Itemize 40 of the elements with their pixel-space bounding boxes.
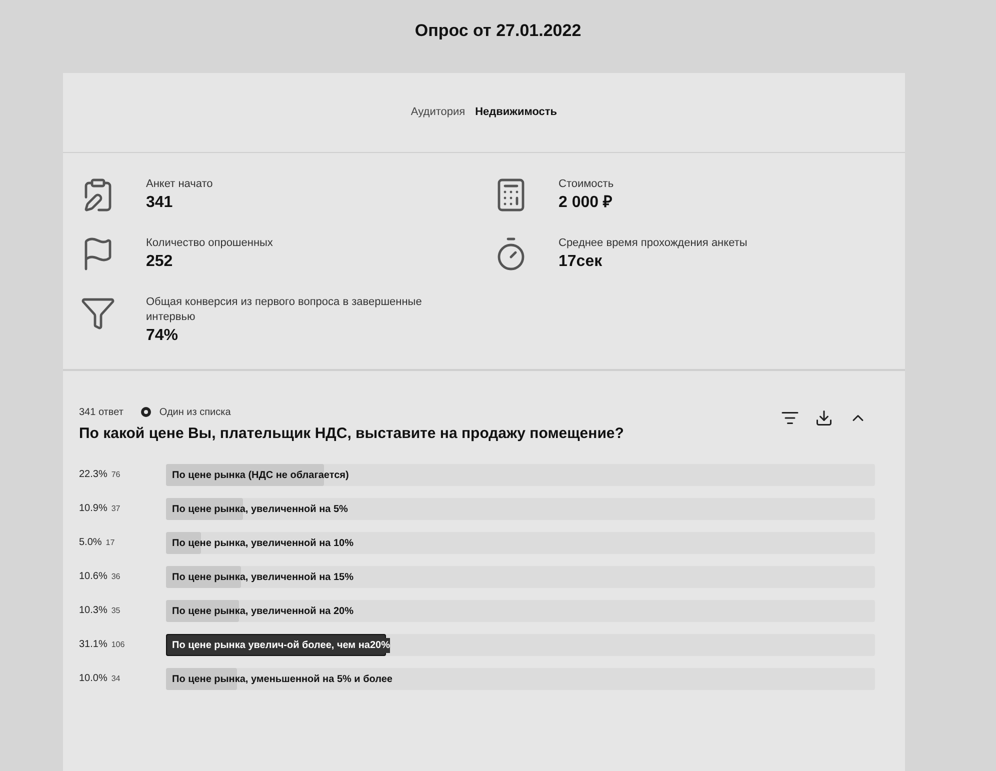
option-percent: 31.1% xyxy=(79,638,108,652)
sort-icon[interactable] xyxy=(781,409,799,427)
option-count: 37 xyxy=(111,503,120,515)
answers-count: 341 ответ xyxy=(79,406,124,420)
stat-value: 74% xyxy=(146,326,180,346)
page-title: Опрос от 27.01.2022 xyxy=(414,20,582,42)
option-label: По цене рынка, увеличенной на 10% xyxy=(172,536,354,550)
download-icon[interactable] xyxy=(815,409,833,427)
option-count: 106 xyxy=(111,639,125,651)
option-count: 36 xyxy=(111,571,120,583)
option-count: 17 xyxy=(106,537,115,549)
option-percent: 10.0% xyxy=(79,672,108,686)
option-label: По цене рынка, увеличенной на 5% xyxy=(172,502,348,516)
option-count: 34 xyxy=(111,673,120,685)
tab[interactable]: Недвижимость xyxy=(475,104,558,121)
question-text: По какой цене Вы, плательщик НДС, выставите на продажу помещение? xyxy=(79,424,625,444)
stat-label: Анкет начато xyxy=(146,177,213,192)
option-percent: 10.9% xyxy=(79,502,108,516)
option-percent: 10.6% xyxy=(79,570,108,584)
stat-label: Среднее время прохождения анкеты xyxy=(558,236,748,251)
radio-icon xyxy=(141,407,152,417)
option-count: 76 xyxy=(111,469,120,481)
tab[interactable]: Аудитория xyxy=(410,104,466,121)
option-label: По цене рынка, увеличенной на 20% xyxy=(172,604,354,618)
stat-value: 252 xyxy=(146,252,174,272)
stat-value: 17сек xyxy=(558,252,604,272)
stat-label: Общая конверсия из первого вопроса в завершенные интервью xyxy=(146,295,423,325)
stat-value: 2 000 ₽ xyxy=(558,193,613,213)
option-label: По цене рынка увелич-ой более, чем на20% xyxy=(172,638,390,652)
option-percent: 10.3% xyxy=(79,604,108,618)
question-type: Один из списка xyxy=(159,406,231,420)
option-count: 35 xyxy=(111,605,120,617)
option-label: По цене рынка, уменьшенной на 5% и более xyxy=(172,672,392,686)
stat-label: Количество опрошенных xyxy=(146,236,273,251)
stat-value: 341 xyxy=(146,193,174,213)
option-label: По цене рынка (НДС не облагается) xyxy=(172,468,349,482)
option-percent: 22.3% xyxy=(79,468,108,482)
option-percent: 5.0% xyxy=(79,536,102,550)
stat-label: Стоимость xyxy=(558,177,614,192)
option-label: По цене рынка, увеличенной на 15% xyxy=(172,570,354,584)
